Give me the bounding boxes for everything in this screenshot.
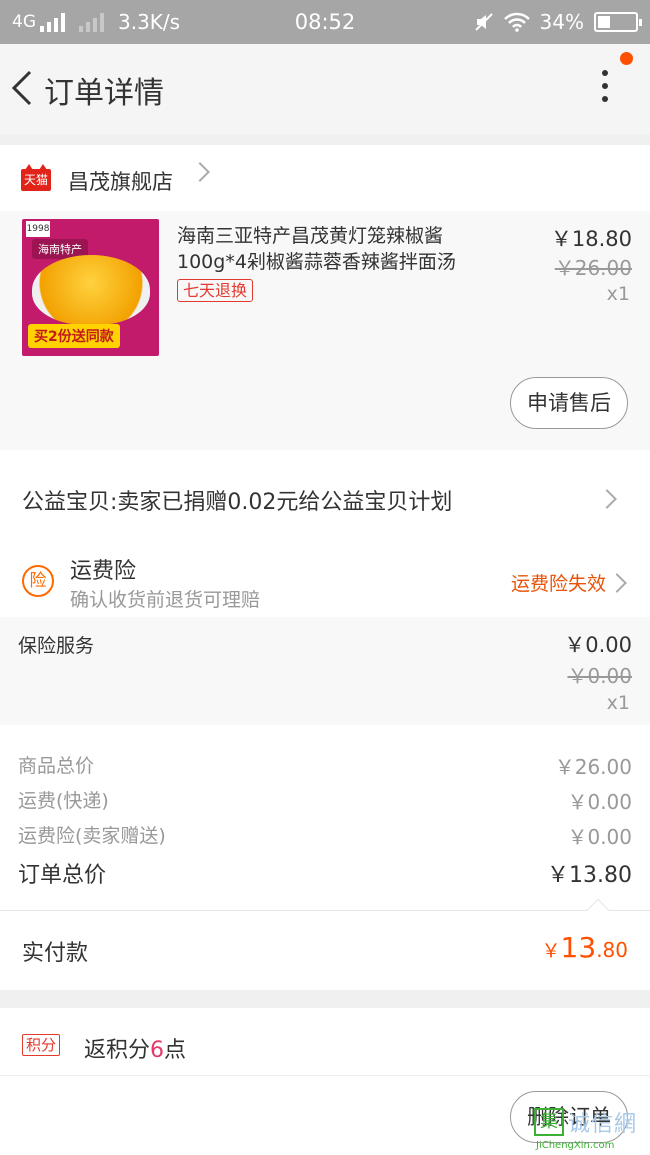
order-total-line: 订单总价 ￥13.80 xyxy=(18,857,632,888)
service-original-price: ￥0.00 xyxy=(567,664,632,688)
store-row[interactable]: 天猫 昌茂旗舰店 xyxy=(0,145,650,217)
chevron-right-icon xyxy=(607,573,627,593)
battery-fill xyxy=(598,16,610,28)
store-name: 昌茂旗舰店 xyxy=(68,170,173,194)
charity-text: 公益宝贝:卖家已捐赠0.02元给公益宝贝计划 xyxy=(22,490,453,515)
battery-percent: 34% xyxy=(539,10,584,34)
product-title[interactable]: 海南三亚特产昌茂黄灯笼辣椒酱100g*4剁椒酱蒜蓉香辣酱拌面汤 xyxy=(177,223,507,275)
seven-day-return-badge: 七天退换 xyxy=(177,279,254,302)
chevron-right-icon xyxy=(190,162,210,182)
thumb-banner: 买2份送同款 xyxy=(28,324,120,348)
service-name: 保险服务 xyxy=(18,635,95,657)
paid-label: 实付款 xyxy=(22,941,89,966)
page-title: 订单详情 xyxy=(44,76,164,111)
status-bar: 4G 3.3K/s 08:52 34% xyxy=(0,0,650,44)
goods-total-line: 商品总价 ￥26.00 xyxy=(18,751,632,781)
insurance-line: 运费险(卖家赠送) ￥0.00 xyxy=(18,821,632,851)
goods-total-value: ￥26.00 xyxy=(554,755,632,779)
order-total-value: ￥13.80 xyxy=(547,863,632,888)
watermark-logo: 集 xyxy=(534,1108,564,1136)
thumb-bowl xyxy=(32,255,150,325)
order-summary-card: 公益宝贝:卖家已捐赠0.02元给公益宝贝计划 险 运费险 确认收货前退货可理赔 … xyxy=(0,450,650,990)
mute-icon xyxy=(474,13,493,31)
product-price: ￥18.80 xyxy=(550,227,632,251)
insurance-status: 运费险失效 xyxy=(510,573,606,595)
order-item-card: 天猫 昌茂旗舰店 1998 海南特产 买2份送同款 海南三亚特产昌茂黄灯笼辣椒酱… xyxy=(0,145,650,456)
points-prefix: 返积分 xyxy=(84,1038,151,1063)
watermark-url: JiChengXin.com xyxy=(536,1140,615,1151)
header: 订单详情 xyxy=(0,44,650,134)
wifi-icon xyxy=(503,12,530,32)
charity-row[interactable]: 公益宝贝:卖家已捐赠0.02元给公益宝贝计划 xyxy=(0,450,650,545)
shipping-line: 运费(快递) ￥0.00 xyxy=(18,786,632,816)
insurance-value: ￥0.00 xyxy=(567,825,632,849)
product-original-price: ￥26.00 xyxy=(554,256,632,280)
tmall-logo: 天猫 xyxy=(21,164,51,191)
insurance-service-row: 保险服务 ￥0.00 ￥0.00 x1 xyxy=(0,617,650,725)
product-quantity: x1 xyxy=(606,283,630,305)
order-total-label: 订单总价 xyxy=(18,863,107,888)
battery-icon xyxy=(594,12,642,32)
watermark: 集 诚信網 JiChengXin.com xyxy=(534,1104,650,1155)
points-text: 返积分6点 xyxy=(84,1032,186,1064)
watermark-text: 诚信網 xyxy=(568,1112,638,1137)
goods-total-label: 商品总价 xyxy=(18,755,95,777)
paid-currency: ￥ xyxy=(541,940,561,962)
paid-notch xyxy=(586,898,610,922)
paid-amount: ￥13.80 xyxy=(542,931,628,964)
chevron-right-icon xyxy=(597,489,617,509)
service-price: ￥0.00 xyxy=(564,633,632,657)
paid-decimal: .80 xyxy=(596,938,628,962)
more-menu-icon[interactable] xyxy=(590,70,620,110)
price-breakdown: 商品总价 ￥26.00 运费(快递) ￥0.00 运费险(卖家赠送) ￥0.00… xyxy=(0,725,650,888)
product-row[interactable]: 1998 海南特产 买2份送同款 海南三亚特产昌茂黄灯笼辣椒酱100g*4剁椒酱… xyxy=(0,211,650,456)
service-quantity: x1 xyxy=(606,692,630,714)
back-arrow-icon[interactable] xyxy=(8,68,36,108)
product-image[interactable]: 1998 海南特产 买2份送同款 xyxy=(22,219,159,356)
after-sale-button[interactable]: 申请售后 xyxy=(510,377,628,429)
insurance-icon: 险 xyxy=(22,565,54,597)
points-badge: 积分 xyxy=(22,1034,61,1056)
thumb-brand: 1998 xyxy=(26,221,50,237)
paid-integer: 13 xyxy=(560,931,597,964)
notification-dot xyxy=(620,52,633,65)
shipping-label: 运费(快递) xyxy=(18,790,109,812)
paid-row: 实付款 ￥13.80 xyxy=(0,898,650,988)
points-row: 积分 返积分6点 xyxy=(0,1008,650,1076)
points-suffix: 点 xyxy=(164,1038,187,1063)
insurance-label: 运费险(卖家赠送) xyxy=(18,825,166,847)
shipping-insurance-row[interactable]: 险 运费险 确认收货前退货可理赔 运费险失效 xyxy=(0,545,650,617)
shipping-value: ￥0.00 xyxy=(567,790,632,814)
points-count: 6 xyxy=(150,1038,165,1063)
status-right: 34% xyxy=(474,10,642,34)
insurance-title: 运费险 xyxy=(70,559,137,584)
insurance-subtitle: 确认收货前退货可理赔 xyxy=(70,589,261,611)
